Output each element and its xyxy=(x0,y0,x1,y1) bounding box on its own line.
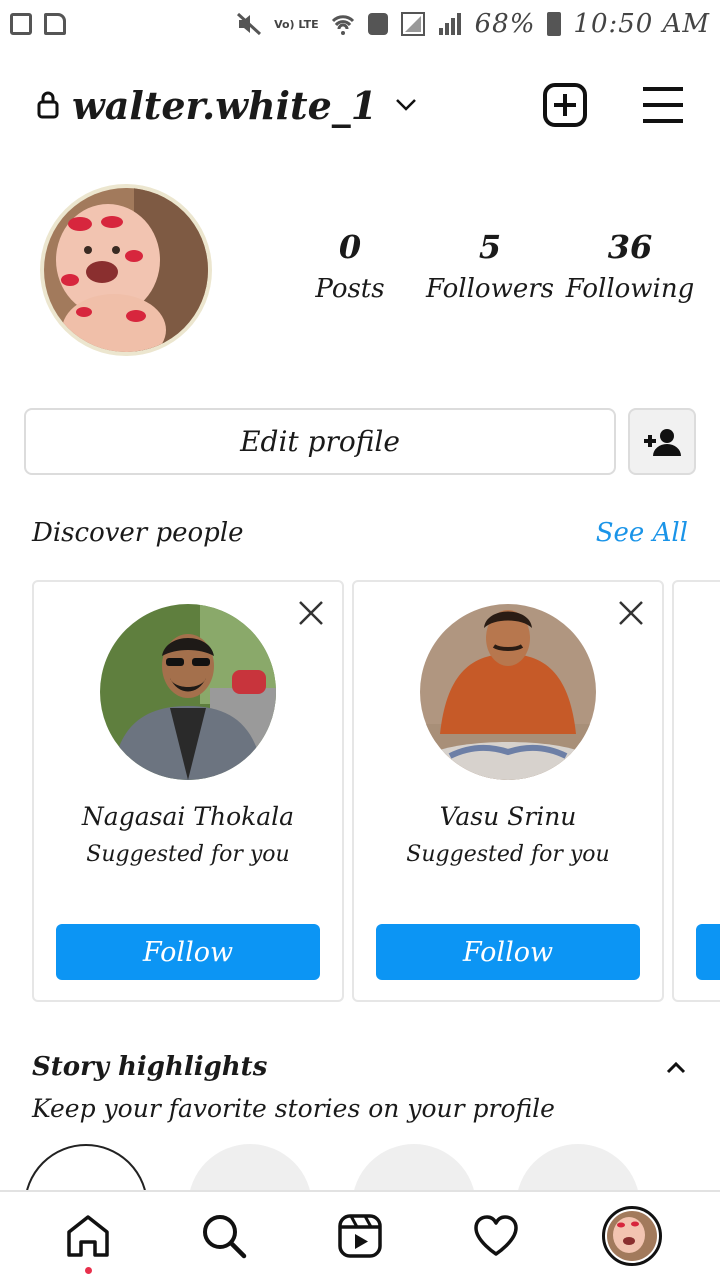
profile-header: walter.white_1 xyxy=(0,70,720,140)
suggestion-name[interactable]: Vasu Srinu xyxy=(354,802,662,831)
profile-stats: 0 Posts 5 Followers 36 Following xyxy=(280,228,700,304)
stat-following-label: Following xyxy=(565,274,695,304)
chevron-up-icon[interactable] xyxy=(666,1060,686,1074)
chevron-down-icon[interactable] xyxy=(395,98,417,112)
sd-card-notification-icon xyxy=(44,13,66,35)
avatar xyxy=(44,188,208,352)
home-icon xyxy=(67,1215,109,1257)
suggestion-subtitle: Suggested for you xyxy=(406,842,610,867)
stat-posts[interactable]: 0 Posts xyxy=(280,228,420,304)
see-all-link[interactable]: See All xyxy=(596,518,688,548)
menu-icon[interactable] xyxy=(642,86,684,124)
story-highlights-subtitle: Keep your favorite stories on your profi… xyxy=(32,1094,555,1123)
suggestion-card: Vasu Srinu Suggested for you Follow xyxy=(352,580,664,1002)
signal-icon xyxy=(400,12,425,36)
stat-followers-label: Followers xyxy=(426,274,554,304)
follow-button[interactable] xyxy=(696,924,720,980)
close-icon[interactable] xyxy=(296,598,326,628)
stat-followers-value: 5 xyxy=(478,228,502,266)
avatar xyxy=(602,1206,662,1266)
add-person-icon xyxy=(644,428,681,456)
call-icon xyxy=(367,13,388,35)
lte-indicator: Vo) LTE xyxy=(274,17,319,31)
lock-icon xyxy=(37,91,59,119)
nav-profile[interactable] xyxy=(602,1206,662,1266)
discover-people-header: Discover people See All xyxy=(32,518,688,548)
username[interactable]: walter.white_1 xyxy=(72,83,377,128)
new-post-icon[interactable] xyxy=(542,82,588,128)
suggestion-carousel[interactable]: Nagasai Thokala Suggested for you Follow… xyxy=(32,580,720,1004)
stat-posts-label: Posts xyxy=(315,274,385,304)
stat-posts-value: 0 xyxy=(338,228,362,266)
status-bar: Vo) LTE 68% 10:50 AM xyxy=(0,0,720,48)
gallery-notification-icon xyxy=(10,13,32,35)
suggestion-name[interactable]: Nagasai Thokala xyxy=(34,802,342,831)
bottom-navigation xyxy=(0,1190,720,1280)
stat-followers[interactable]: 5 Followers xyxy=(420,228,560,304)
stat-following[interactable]: 36 Following xyxy=(560,228,700,304)
heart-icon xyxy=(474,1215,518,1256)
nav-search[interactable] xyxy=(194,1206,254,1266)
story-highlights-title: Story highlights xyxy=(32,1052,268,1082)
close-icon[interactable] xyxy=(616,598,646,628)
reels-icon xyxy=(338,1214,382,1258)
edit-profile-button[interactable]: Edit profile xyxy=(24,408,616,475)
discover-title: Discover people xyxy=(32,518,244,548)
profile-avatar[interactable] xyxy=(40,184,212,356)
search-icon xyxy=(203,1215,247,1259)
signal-bars-icon xyxy=(438,13,461,35)
discover-people-button[interactable] xyxy=(628,408,696,475)
suggestion-card: Nagasai Thokala Suggested for you Follow xyxy=(32,580,344,1002)
wifi-icon xyxy=(331,15,354,35)
nav-home[interactable] xyxy=(58,1206,118,1274)
suggestion-subtitle: Suggested for you xyxy=(86,842,290,867)
suggestion-avatar[interactable] xyxy=(420,604,596,780)
follow-button[interactable]: Follow xyxy=(376,924,640,980)
battery-icon xyxy=(547,12,562,36)
follow-button[interactable]: Follow xyxy=(56,924,320,980)
suggestion-avatar[interactable] xyxy=(100,604,276,780)
nav-reels[interactable] xyxy=(330,1206,390,1266)
notification-dot xyxy=(85,1267,92,1274)
battery-percent: 68% xyxy=(474,9,536,39)
nav-activity[interactable] xyxy=(466,1206,526,1266)
clock: 10:50 AM xyxy=(573,9,710,39)
mute-icon xyxy=(237,12,262,36)
stat-following-value: 36 xyxy=(607,228,653,266)
story-highlights: Story highlights Keep your favorite stor… xyxy=(32,1052,692,1123)
suggestion-card xyxy=(672,580,720,1002)
